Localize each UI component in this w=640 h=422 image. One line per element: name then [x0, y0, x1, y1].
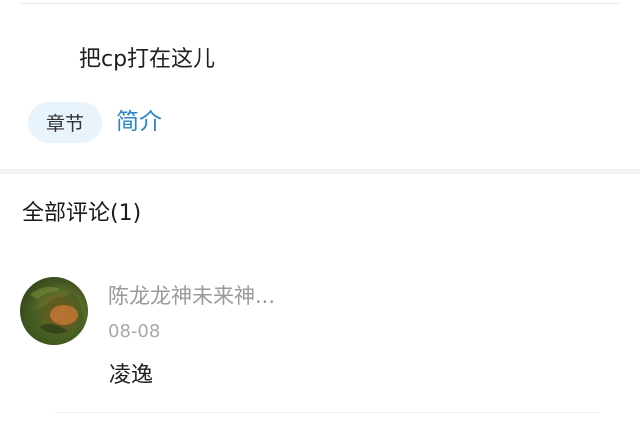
avatar-image: [24, 287, 84, 345]
tab-bar: 章节 简介: [28, 102, 162, 143]
comment-divider: [55, 412, 600, 413]
comment-date: 08-08: [108, 321, 161, 342]
section-divider: [0, 169, 640, 174]
comment-username[interactable]: 陈龙龙神未来神...: [108, 282, 275, 310]
avatar[interactable]: [20, 277, 88, 345]
comments-header: 全部评论(1): [22, 201, 142, 226]
comment-page: 把cp打在这儿 章节 简介 全部评论(1) 陈龙龙神未来神... 08-08 凌…: [0, 0, 640, 422]
comment-text: 凌逸: [109, 363, 154, 388]
tab-chapters[interactable]: 章节: [28, 102, 102, 143]
post-text: 把cp打在这儿: [79, 47, 216, 72]
tab-intro[interactable]: 简介: [116, 102, 162, 143]
top-card-edge: [18, 0, 622, 4]
